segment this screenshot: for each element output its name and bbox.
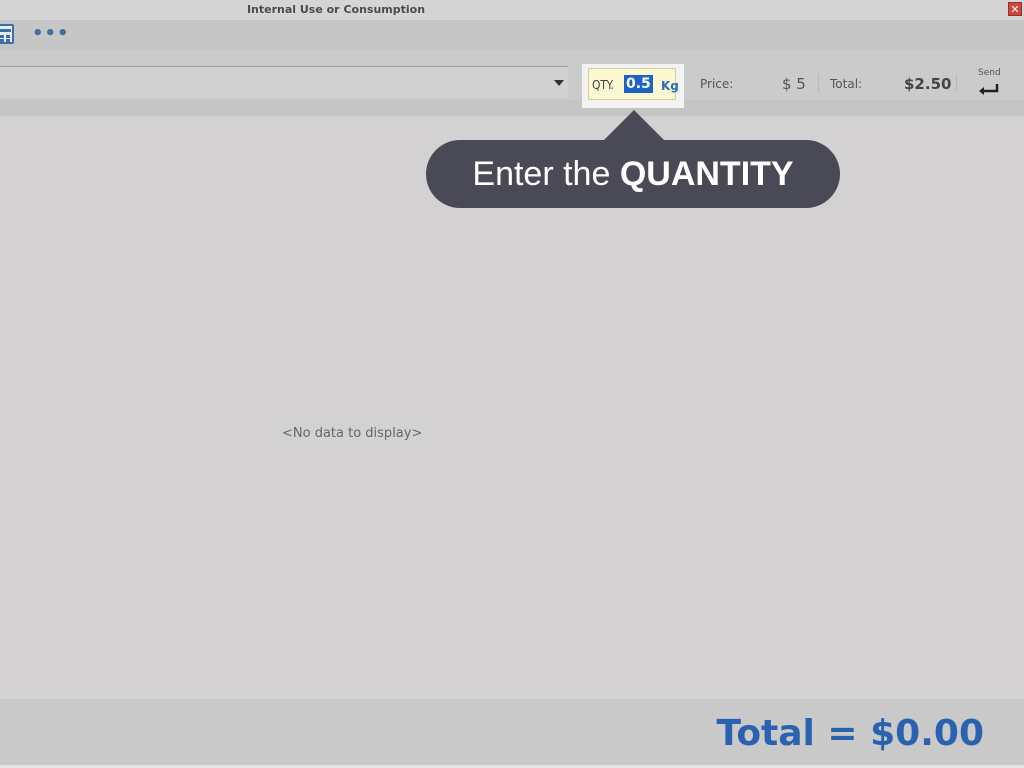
grand-total: Total = $0.00 xyxy=(716,713,984,754)
empty-grid-message: <No data to display> xyxy=(282,426,423,441)
quantity-value[interactable]: 0.5 xyxy=(624,75,653,93)
price-label: Price: xyxy=(700,77,734,91)
footer-bar: Total = $0.00 xyxy=(0,699,1024,765)
price-value: $ 5 xyxy=(782,75,806,93)
title-bar: Internal Use or Consumption ✕ xyxy=(0,0,1024,20)
toolbar: ••• xyxy=(0,20,1024,50)
quantity-hint-tooltip: Enter the QUANTITY xyxy=(426,140,840,208)
line-total-value: $2.50 xyxy=(904,75,952,93)
quantity-label: QTY. xyxy=(592,78,614,92)
quantity-input[interactable]: QTY. 0.5 Kg xyxy=(588,68,679,100)
product-dropdown[interactable] xyxy=(0,66,568,98)
quantity-field-container: QTY. 0.5 Kg xyxy=(582,64,684,108)
enter-return-icon[interactable] xyxy=(978,82,1000,96)
calculator-icon[interactable] xyxy=(0,24,14,44)
divider xyxy=(956,74,957,92)
line-total-label: Total: xyxy=(830,77,863,91)
tooltip-arrow xyxy=(602,110,666,142)
more-dots-icon[interactable]: ••• xyxy=(32,25,70,43)
close-button[interactable]: ✕ xyxy=(1008,2,1022,16)
chevron-down-icon[interactable] xyxy=(554,80,564,86)
divider xyxy=(818,74,819,92)
quantity-unit: Kg xyxy=(661,79,679,93)
window-title: Internal Use or Consumption xyxy=(246,3,426,16)
send-label[interactable]: Send xyxy=(978,68,1001,78)
item-entry-bar: QTY. 0.5 Kg Price: $ 5 Total: $2.50 Send xyxy=(0,50,1024,116)
